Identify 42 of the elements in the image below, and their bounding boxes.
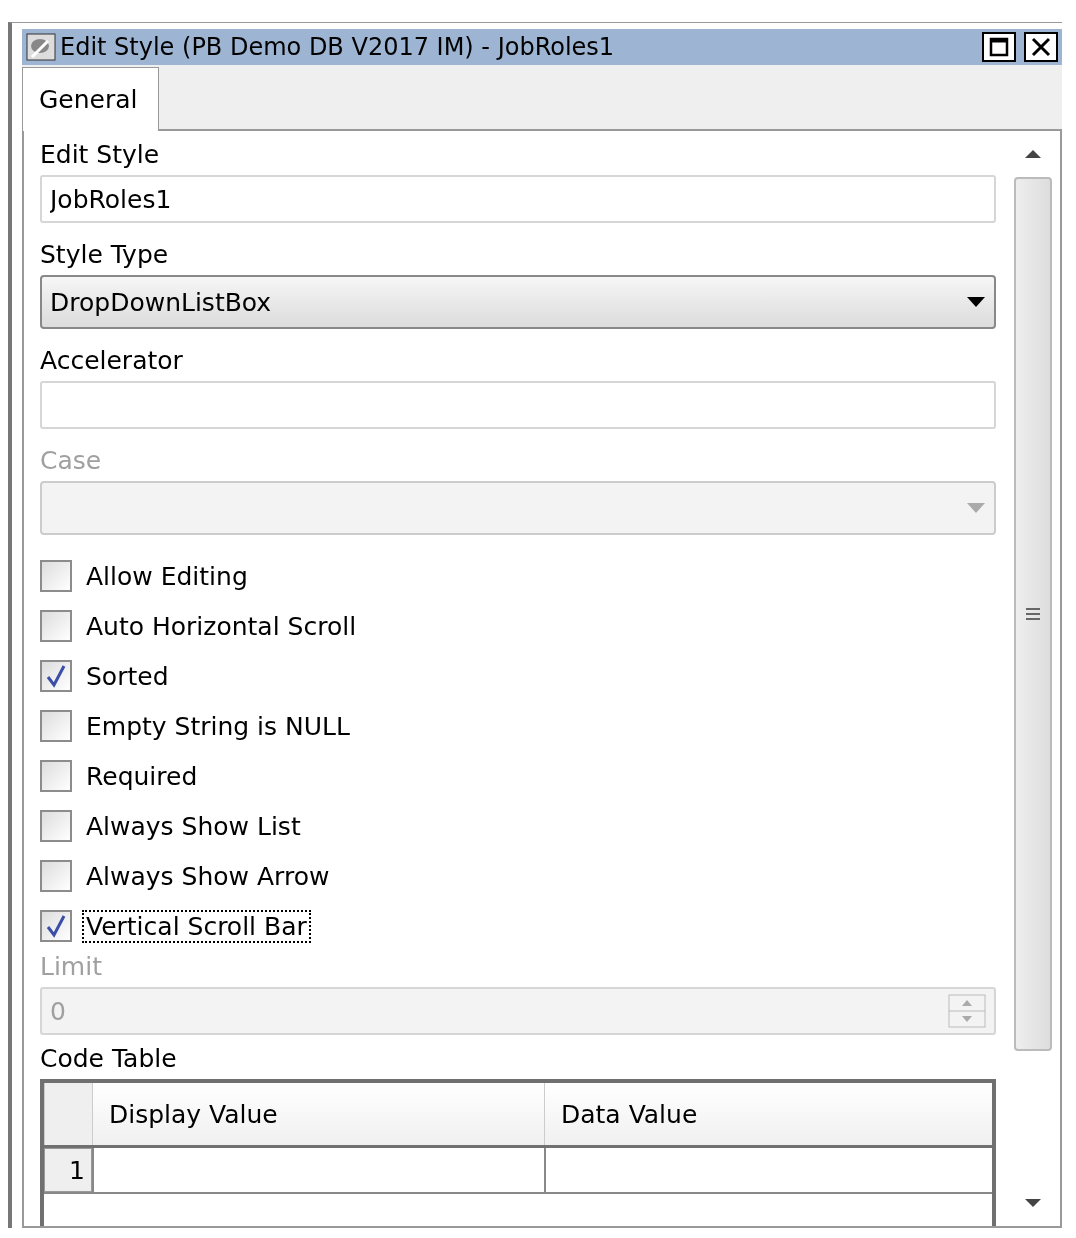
checkbox[interactable] — [40, 760, 72, 792]
text-field[interactable] — [40, 381, 996, 429]
field-label: Edit Style — [40, 139, 160, 171]
checkbox[interactable] — [40, 810, 72, 842]
scroll-down-arrow-icon[interactable] — [1024, 1198, 1042, 1208]
column-header: Display Value — [92, 1083, 544, 1145]
checkbox-label: Always Show Arrow — [85, 860, 331, 893]
checkbox-label: Required — [85, 760, 199, 793]
dropdown[interactable]: DropDownListBox — [40, 275, 996, 329]
checkbox-label: Empty String is NULL — [85, 710, 351, 743]
checkbox-label: Vertical Scroll Bar — [82, 909, 311, 943]
window-title: Edit Style (PB Demo DB V2017 IM) - JobRoles1 — [60, 33, 616, 61]
checkbox[interactable] — [40, 710, 72, 742]
field-label: Limit — [40, 951, 102, 983]
checkbox[interactable] — [40, 610, 72, 642]
row-number: 1 — [44, 1148, 92, 1192]
checkbox-label: Auto Horizontal Scroll — [85, 610, 358, 643]
checkbox-label: Allow Editing — [85, 560, 249, 593]
maximize-icon — [988, 36, 1010, 58]
checkbox[interactable] — [40, 910, 72, 942]
column-header: Data Value — [544, 1083, 992, 1145]
tab[interactable]: General — [22, 67, 159, 131]
close-button[interactable] — [1024, 32, 1058, 62]
field-label: Accelerator — [40, 345, 183, 377]
app-icon — [26, 33, 56, 61]
table-corner — [44, 1083, 92, 1145]
dropdown-arrow-icon — [966, 296, 986, 308]
maximize-button[interactable] — [982, 32, 1016, 62]
scrollbar-thumb[interactable] — [1014, 177, 1052, 1051]
checkbox-label: Always Show List — [85, 810, 302, 843]
field-label: Style Type — [40, 239, 169, 271]
field-label: Case — [40, 445, 102, 477]
checkbox[interactable] — [40, 860, 72, 892]
checkbox[interactable] — [40, 560, 72, 592]
checkbox[interactable] — [40, 660, 72, 692]
field-label: Code Table — [40, 1043, 177, 1075]
spin-buttons-icon — [948, 994, 986, 1028]
grip-icon — [1024, 606, 1042, 622]
scroll-up-arrow-icon[interactable] — [1024, 149, 1042, 159]
checkbox-label: Sorted — [85, 660, 170, 693]
dropdown-arrow-icon — [966, 502, 986, 514]
close-icon — [1030, 36, 1052, 58]
